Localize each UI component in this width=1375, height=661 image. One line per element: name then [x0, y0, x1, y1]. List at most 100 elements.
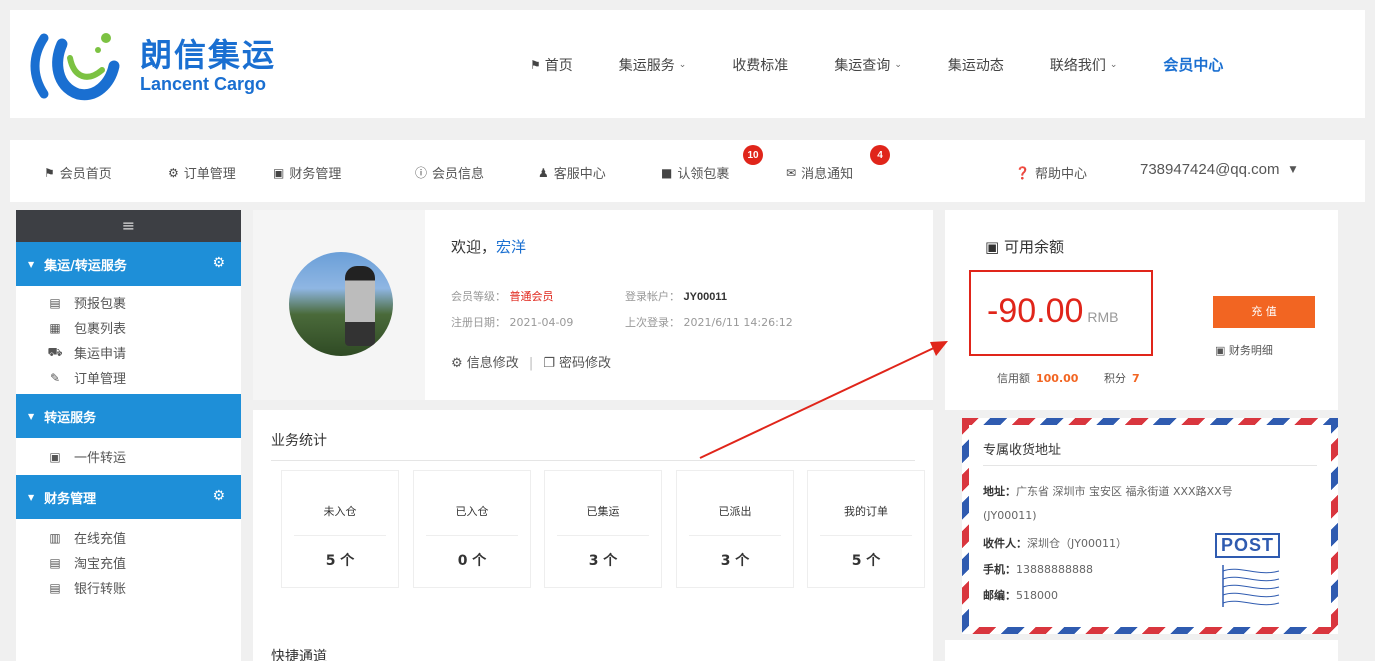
address-line-2: (JY00011)	[983, 509, 1037, 522]
chevron-down-icon: ⌄	[894, 59, 902, 70]
credit-card-icon: ▤	[49, 580, 61, 595]
sidebar-item-consolidate-apply[interactable]: ⛟ 集运申请	[16, 340, 241, 365]
gear-icon[interactable]: ⚙	[212, 255, 225, 271]
site-header: 朗信集运 Lancent Cargo ⚑ 首页 集运服务 ⌄ 收费标准 集运查询 ⌄ …	[10, 10, 1365, 118]
recharge-button[interactable]: 充 值	[1213, 296, 1315, 328]
sidebar-item-forecast[interactable]: ▤ 预报包裹	[16, 290, 241, 315]
copy-icon: ❐	[543, 356, 555, 371]
package-icon: ▤	[49, 295, 61, 310]
edit-icon: ✎	[49, 370, 61, 385]
nav-query[interactable]: 集运查询 ⌄	[834, 54, 902, 75]
recipient: 收件人：深圳仓（JY00011）	[983, 537, 1127, 550]
message-count-badge: 4	[870, 145, 890, 165]
member-nav-home[interactable]: ⚑ 会员首页	[44, 163, 112, 183]
edit-password-link[interactable]: ❐ 密码修改	[543, 356, 611, 371]
money-icon: ▣	[273, 165, 285, 180]
money-icon: ▣	[985, 238, 1000, 256]
nav-pricing[interactable]: 收费标准	[732, 54, 788, 75]
claim-count-badge: 10	[743, 145, 763, 165]
credit-value: 100.00	[1036, 372, 1079, 385]
exclusive-address-card: 专属收货地址 地址：广东省 深圳市 宝安区 福永街道 XXX路XX号 (JY00…	[962, 418, 1338, 634]
nav-member-center[interactable]: 会员中心	[1163, 54, 1223, 75]
nav-contact[interactable]: 联络我们 ⌄	[1050, 54, 1118, 75]
triangle-down-icon: ▼	[28, 259, 35, 269]
barcode-icon: ▥	[49, 530, 61, 545]
quick-access-title: 快捷通道	[271, 649, 327, 661]
gear-icon: ⚙	[168, 165, 179, 180]
question-icon: ❓	[1015, 165, 1030, 180]
stat-dispatched[interactable]: 已派出 3 个	[676, 470, 794, 588]
welcome-text: 欢迎，宏洋	[451, 238, 527, 256]
image-icon: ▣	[49, 449, 61, 464]
nav-services[interactable]: 集运服务 ⌄	[619, 54, 687, 75]
finance-detail-link[interactable]: ▣ 财务明细	[1215, 342, 1273, 358]
username: 宏洋	[496, 238, 527, 256]
triangle-down-icon: ▼	[28, 492, 35, 502]
sidebar-item-taobao-recharge[interactable]: ▤ 淘宝充值	[16, 550, 241, 575]
annotation-arrow	[699, 341, 948, 459]
balance-panel: ▣ 可用余额 -90.00 RMB 充 值 ▣ 财务明细 信用额 100.00 积分…	[945, 210, 1338, 410]
balance-title: ▣ 可用余额	[985, 238, 1064, 256]
home-icon: ⚑	[530, 57, 541, 72]
envelope-icon: ✉	[786, 165, 797, 180]
nav-home[interactable]: ⚑ 首页	[530, 54, 573, 75]
gear-icon[interactable]: ⚙	[212, 488, 225, 504]
post-stamp: POST	[1215, 533, 1281, 558]
address-line: 地址：广东省 深圳市 宝安区 福永街道 XXX路XX号	[983, 485, 1233, 498]
truck-icon: ⛟	[47, 344, 63, 359]
balance-amount: -90.00	[987, 292, 1084, 330]
stat-consolidated[interactable]: 已集运 3 个	[544, 470, 662, 588]
sidebar-item-orders[interactable]: ✎ 订单管理	[16, 365, 241, 390]
help-center-link[interactable]: ❓ 帮助中心	[1015, 163, 1087, 183]
postmark-lines-icon	[1222, 565, 1280, 607]
register-date: 注册日期： 2021-04-09	[451, 316, 574, 329]
account-dropdown[interactable]: 738947424@qq.com ▼	[1140, 161, 1296, 178]
triangle-down-icon: ▼	[28, 411, 35, 421]
logo-text-en: Lancent Cargo	[140, 74, 267, 94]
balance-amount-box: -90.00 RMB	[969, 270, 1153, 356]
edit-info-link[interactable]: ⚙ 信息修改	[451, 356, 519, 371]
gear-icon: ⚙	[451, 356, 463, 371]
member-nav-messages[interactable]: ✉ 消息通知 4	[786, 145, 890, 182]
stat-not-in-warehouse[interactable]: 未入仓 5 个	[281, 470, 399, 588]
main-nav: ⚑ 首页 集运服务 ⌄ 收费标准 集运查询 ⌄ 集运动态 联络我们 ⌄ 会员中心	[530, 54, 1269, 75]
credit-points: 信用额 100.00 积分 7	[997, 372, 1140, 385]
stat-my-orders[interactable]: 我的订单 5 个	[807, 470, 925, 588]
points-value: 7	[1131, 372, 1140, 385]
sidebar-group-finance[interactable]: ▼ 财务管理 ⚙	[16, 475, 241, 519]
sidebar: ≡ ▼ 集运/转运服务 ⚙ ▤ 预报包裹 ▦ 包裹列表 ⛟ 集运申请 ✎ 订单管理 ▼ 转运…	[16, 210, 241, 661]
stat-in-warehouse[interactable]: 已入仓 0 个	[413, 470, 531, 588]
package-icon: ■	[661, 165, 673, 180]
menu-toggle-icon[interactable]: ≡	[16, 210, 241, 242]
member-nav-finance[interactable]: ▣ 财务管理	[273, 163, 341, 183]
user-icon: ♟	[538, 165, 549, 180]
list-icon: ▦	[49, 320, 61, 335]
member-nav-orders[interactable]: ⚙ 订单管理	[168, 163, 236, 183]
sidebar-group-forwarding[interactable]: ▼ 转运服务	[16, 394, 241, 438]
stats-title: 业务统计	[271, 433, 327, 449]
info-icon: ⓘ	[415, 166, 428, 180]
phone: 手机：13888888888	[983, 563, 1093, 576]
member-nav-service[interactable]: ♟ 客服中心	[538, 163, 606, 183]
member-nav-info[interactable]: ⓘ 会员信息	[415, 163, 484, 182]
member-nav: ⚑ 会员首页 ⚙ 订单管理 ▣ 财务管理 ⓘ 会员信息 ♟ 客服中心 ■ 认领包裹 10 ✉…	[10, 140, 1365, 202]
chevron-down-icon: ⌄	[678, 59, 687, 70]
home-icon: ⚑	[44, 165, 55, 180]
credit-card-icon: ▤	[49, 555, 61, 570]
chevron-down-icon: ⌄	[1109, 59, 1118, 70]
address-title: 专属收货地址	[983, 443, 1062, 458]
sidebar-item-package-list[interactable]: ▦ 包裹列表	[16, 315, 241, 340]
sidebar-item-bank-transfer[interactable]: ▤ 银行转账	[16, 575, 241, 600]
sidebar-group-consolidation[interactable]: ▼ 集运/转运服务 ⚙	[16, 242, 241, 286]
nav-news[interactable]: 集运动态	[948, 54, 1004, 75]
member-nav-claim[interactable]: ■ 认领包裹 10	[661, 145, 763, 182]
logo[interactable]: 朗信集运 Lancent Cargo	[30, 28, 300, 108]
zip-code: 邮编：518000	[983, 589, 1058, 602]
login-account: 登录帐户： JY00011	[625, 290, 727, 303]
sidebar-item-single-forward[interactable]: ▣ 一件转运	[16, 444, 241, 469]
caret-down-icon: ▼	[1289, 164, 1297, 175]
image-icon: ▣	[1215, 344, 1226, 357]
logo-text-cn: 朗信集运	[140, 36, 277, 74]
last-login: 上次登录： 2021/6/11 14:26:12	[625, 316, 793, 329]
sidebar-item-online-recharge[interactable]: ▥ 在线充值	[16, 525, 241, 550]
